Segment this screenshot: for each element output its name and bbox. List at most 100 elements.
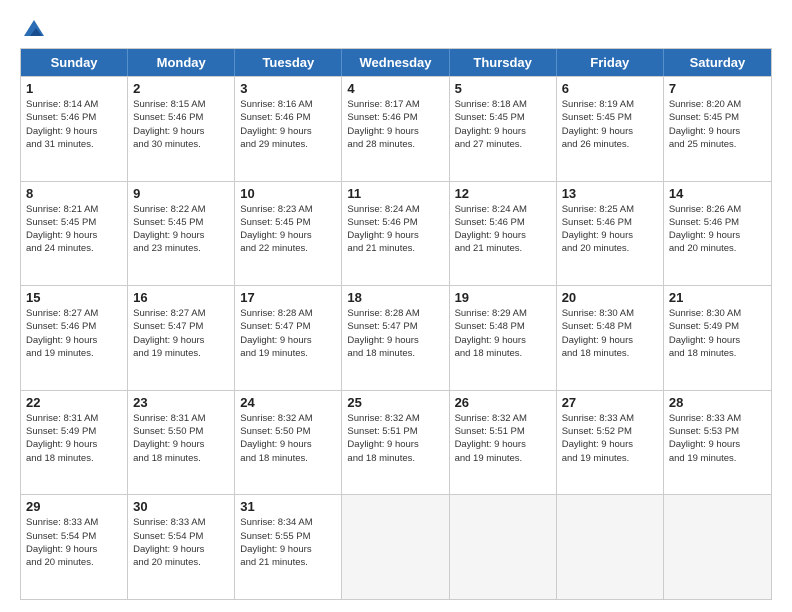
day-number: 26 bbox=[455, 395, 551, 410]
calendar-day-16: 16 Sunrise: 8:27 AM Sunset: 5:47 PM Dayli… bbox=[128, 286, 235, 390]
day-info: Sunrise: 8:23 AM Sunset: 5:45 PM Dayligh… bbox=[240, 203, 336, 256]
day-info: Sunrise: 8:29 AM Sunset: 5:48 PM Dayligh… bbox=[455, 307, 551, 360]
day-info: Sunrise: 8:30 AM Sunset: 5:49 PM Dayligh… bbox=[669, 307, 766, 360]
day-info: Sunrise: 8:21 AM Sunset: 5:45 PM Dayligh… bbox=[26, 203, 122, 256]
header bbox=[20, 18, 772, 38]
calendar: SundayMondayTuesdayWednesdayThursdayFrid… bbox=[20, 48, 772, 600]
day-info: Sunrise: 8:34 AM Sunset: 5:55 PM Dayligh… bbox=[240, 516, 336, 569]
weekday-header-wednesday: Wednesday bbox=[342, 49, 449, 76]
calendar-day-20: 20 Sunrise: 8:30 AM Sunset: 5:48 PM Dayli… bbox=[557, 286, 664, 390]
day-number: 22 bbox=[26, 395, 122, 410]
calendar-day-1: 1Sunrise: 8:14 AM Sunset: 5:46 PM Daylig… bbox=[21, 77, 128, 181]
day-number: 1 bbox=[26, 81, 122, 96]
day-info: Sunrise: 8:32 AM Sunset: 5:51 PM Dayligh… bbox=[455, 412, 551, 465]
calendar-day-28: 28 Sunrise: 8:33 AM Sunset: 5:53 PM Dayli… bbox=[664, 391, 771, 495]
day-number: 16 bbox=[133, 290, 229, 305]
day-info: Sunrise: 8:32 AM Sunset: 5:50 PM Dayligh… bbox=[240, 412, 336, 465]
calendar-day-empty bbox=[342, 495, 449, 599]
day-info: Sunrise: 8:17 AM Sunset: 5:46 PM Dayligh… bbox=[347, 98, 443, 151]
day-number: 8 bbox=[26, 186, 122, 201]
calendar-day-3: 3 Sunrise: 8:16 AM Sunset: 5:46 PM Daylig… bbox=[235, 77, 342, 181]
day-info: Sunrise: 8:18 AM Sunset: 5:45 PM Dayligh… bbox=[455, 98, 551, 151]
calendar-week-2: 8 Sunrise: 8:21 AM Sunset: 5:45 PM Daylig… bbox=[21, 181, 771, 286]
day-info: Sunrise: 8:28 AM Sunset: 5:47 PM Dayligh… bbox=[240, 307, 336, 360]
day-number: 19 bbox=[455, 290, 551, 305]
day-number: 17 bbox=[240, 290, 336, 305]
day-number: 20 bbox=[562, 290, 658, 305]
calendar-day-8: 8 Sunrise: 8:21 AM Sunset: 5:45 PM Daylig… bbox=[21, 182, 128, 286]
day-info: Sunrise: 8:33 AM Sunset: 5:53 PM Dayligh… bbox=[669, 412, 766, 465]
day-number: 5 bbox=[455, 81, 551, 96]
calendar-day-12: 12Sunrise: 8:24 AM Sunset: 5:46 PM Dayli… bbox=[450, 182, 557, 286]
day-info: Sunrise: 8:27 AM Sunset: 5:47 PM Dayligh… bbox=[133, 307, 229, 360]
day-info: Sunrise: 8:27 AM Sunset: 5:46 PM Dayligh… bbox=[26, 307, 122, 360]
calendar-day-13: 13 Sunrise: 8:25 AM Sunset: 5:46 PM Dayli… bbox=[557, 182, 664, 286]
day-info: Sunrise: 8:33 AM Sunset: 5:52 PM Dayligh… bbox=[562, 412, 658, 465]
day-number: 15 bbox=[26, 290, 122, 305]
page: SundayMondayTuesdayWednesdayThursdayFrid… bbox=[0, 0, 792, 612]
calendar-day-empty bbox=[664, 495, 771, 599]
weekday-header-friday: Friday bbox=[557, 49, 664, 76]
day-info: Sunrise: 8:33 AM Sunset: 5:54 PM Dayligh… bbox=[26, 516, 122, 569]
day-number: 3 bbox=[240, 81, 336, 96]
day-info: Sunrise: 8:25 AM Sunset: 5:46 PM Dayligh… bbox=[562, 203, 658, 256]
day-number: 9 bbox=[133, 186, 229, 201]
calendar-day-14: 14Sunrise: 8:26 AM Sunset: 5:46 PM Dayli… bbox=[664, 182, 771, 286]
calendar-day-27: 27Sunrise: 8:33 AM Sunset: 5:52 PM Dayli… bbox=[557, 391, 664, 495]
weekday-header-tuesday: Tuesday bbox=[235, 49, 342, 76]
day-info: Sunrise: 8:19 AM Sunset: 5:45 PM Dayligh… bbox=[562, 98, 658, 151]
day-info: Sunrise: 8:28 AM Sunset: 5:47 PM Dayligh… bbox=[347, 307, 443, 360]
weekday-header-thursday: Thursday bbox=[450, 49, 557, 76]
calendar-day-24: 24 Sunrise: 8:32 AM Sunset: 5:50 PM Dayli… bbox=[235, 391, 342, 495]
calendar-day-31: 31 Sunrise: 8:34 AM Sunset: 5:55 PM Dayli… bbox=[235, 495, 342, 599]
day-number: 4 bbox=[347, 81, 443, 96]
day-info: Sunrise: 8:32 AM Sunset: 5:51 PM Dayligh… bbox=[347, 412, 443, 465]
day-info: Sunrise: 8:31 AM Sunset: 5:49 PM Dayligh… bbox=[26, 412, 122, 465]
day-number: 30 bbox=[133, 499, 229, 514]
day-number: 13 bbox=[562, 186, 658, 201]
day-number: 29 bbox=[26, 499, 122, 514]
calendar-day-19: 19 Sunrise: 8:29 AM Sunset: 5:48 PM Dayli… bbox=[450, 286, 557, 390]
day-number: 18 bbox=[347, 290, 443, 305]
calendar-day-26: 26 Sunrise: 8:32 AM Sunset: 5:51 PM Dayli… bbox=[450, 391, 557, 495]
calendar-day-empty bbox=[450, 495, 557, 599]
calendar-week-4: 22 Sunrise: 8:31 AM Sunset: 5:49 PM Dayli… bbox=[21, 390, 771, 495]
day-info: Sunrise: 8:33 AM Sunset: 5:54 PM Dayligh… bbox=[133, 516, 229, 569]
day-number: 24 bbox=[240, 395, 336, 410]
calendar-day-11: 11 Sunrise: 8:24 AM Sunset: 5:46 PM Dayli… bbox=[342, 182, 449, 286]
day-number: 14 bbox=[669, 186, 766, 201]
calendar-day-2: 2 Sunrise: 8:15 AM Sunset: 5:46 PM Daylig… bbox=[128, 77, 235, 181]
day-number: 11 bbox=[347, 186, 443, 201]
calendar-header: SundayMondayTuesdayWednesdayThursdayFrid… bbox=[21, 49, 771, 76]
weekday-header-monday: Monday bbox=[128, 49, 235, 76]
calendar-day-29: 29 Sunrise: 8:33 AM Sunset: 5:54 PM Dayli… bbox=[21, 495, 128, 599]
calendar-day-4: 4 Sunrise: 8:17 AM Sunset: 5:46 PM Daylig… bbox=[342, 77, 449, 181]
calendar-day-18: 18 Sunrise: 8:28 AM Sunset: 5:47 PM Dayli… bbox=[342, 286, 449, 390]
day-info: Sunrise: 8:16 AM Sunset: 5:46 PM Dayligh… bbox=[240, 98, 336, 151]
weekday-header-saturday: Saturday bbox=[664, 49, 771, 76]
day-info: Sunrise: 8:20 AM Sunset: 5:45 PM Dayligh… bbox=[669, 98, 766, 151]
calendar-day-10: 10Sunrise: 8:23 AM Sunset: 5:45 PM Dayli… bbox=[235, 182, 342, 286]
calendar-week-5: 29 Sunrise: 8:33 AM Sunset: 5:54 PM Dayli… bbox=[21, 494, 771, 599]
day-info: Sunrise: 8:24 AM Sunset: 5:46 PM Dayligh… bbox=[455, 203, 551, 256]
calendar-week-1: 1Sunrise: 8:14 AM Sunset: 5:46 PM Daylig… bbox=[21, 76, 771, 181]
calendar-day-23: 23Sunrise: 8:31 AM Sunset: 5:50 PM Dayli… bbox=[128, 391, 235, 495]
calendar-day-15: 15 Sunrise: 8:27 AM Sunset: 5:46 PM Dayli… bbox=[21, 286, 128, 390]
day-info: Sunrise: 8:30 AM Sunset: 5:48 PM Dayligh… bbox=[562, 307, 658, 360]
day-number: 31 bbox=[240, 499, 336, 514]
day-number: 25 bbox=[347, 395, 443, 410]
day-info: Sunrise: 8:22 AM Sunset: 5:45 PM Dayligh… bbox=[133, 203, 229, 256]
calendar-body: 1Sunrise: 8:14 AM Sunset: 5:46 PM Daylig… bbox=[21, 76, 771, 599]
calendar-day-22: 22 Sunrise: 8:31 AM Sunset: 5:49 PM Dayli… bbox=[21, 391, 128, 495]
calendar-day-6: 6Sunrise: 8:19 AM Sunset: 5:45 PM Daylig… bbox=[557, 77, 664, 181]
day-number: 28 bbox=[669, 395, 766, 410]
day-number: 2 bbox=[133, 81, 229, 96]
logo-icon bbox=[22, 18, 46, 42]
day-info: Sunrise: 8:15 AM Sunset: 5:46 PM Dayligh… bbox=[133, 98, 229, 151]
calendar-day-5: 5 Sunrise: 8:18 AM Sunset: 5:45 PM Daylig… bbox=[450, 77, 557, 181]
day-number: 23 bbox=[133, 395, 229, 410]
calendar-day-30: 30 Sunrise: 8:33 AM Sunset: 5:54 PM Dayli… bbox=[128, 495, 235, 599]
day-info: Sunrise: 8:24 AM Sunset: 5:46 PM Dayligh… bbox=[347, 203, 443, 256]
calendar-day-empty bbox=[557, 495, 664, 599]
logo bbox=[20, 18, 46, 38]
